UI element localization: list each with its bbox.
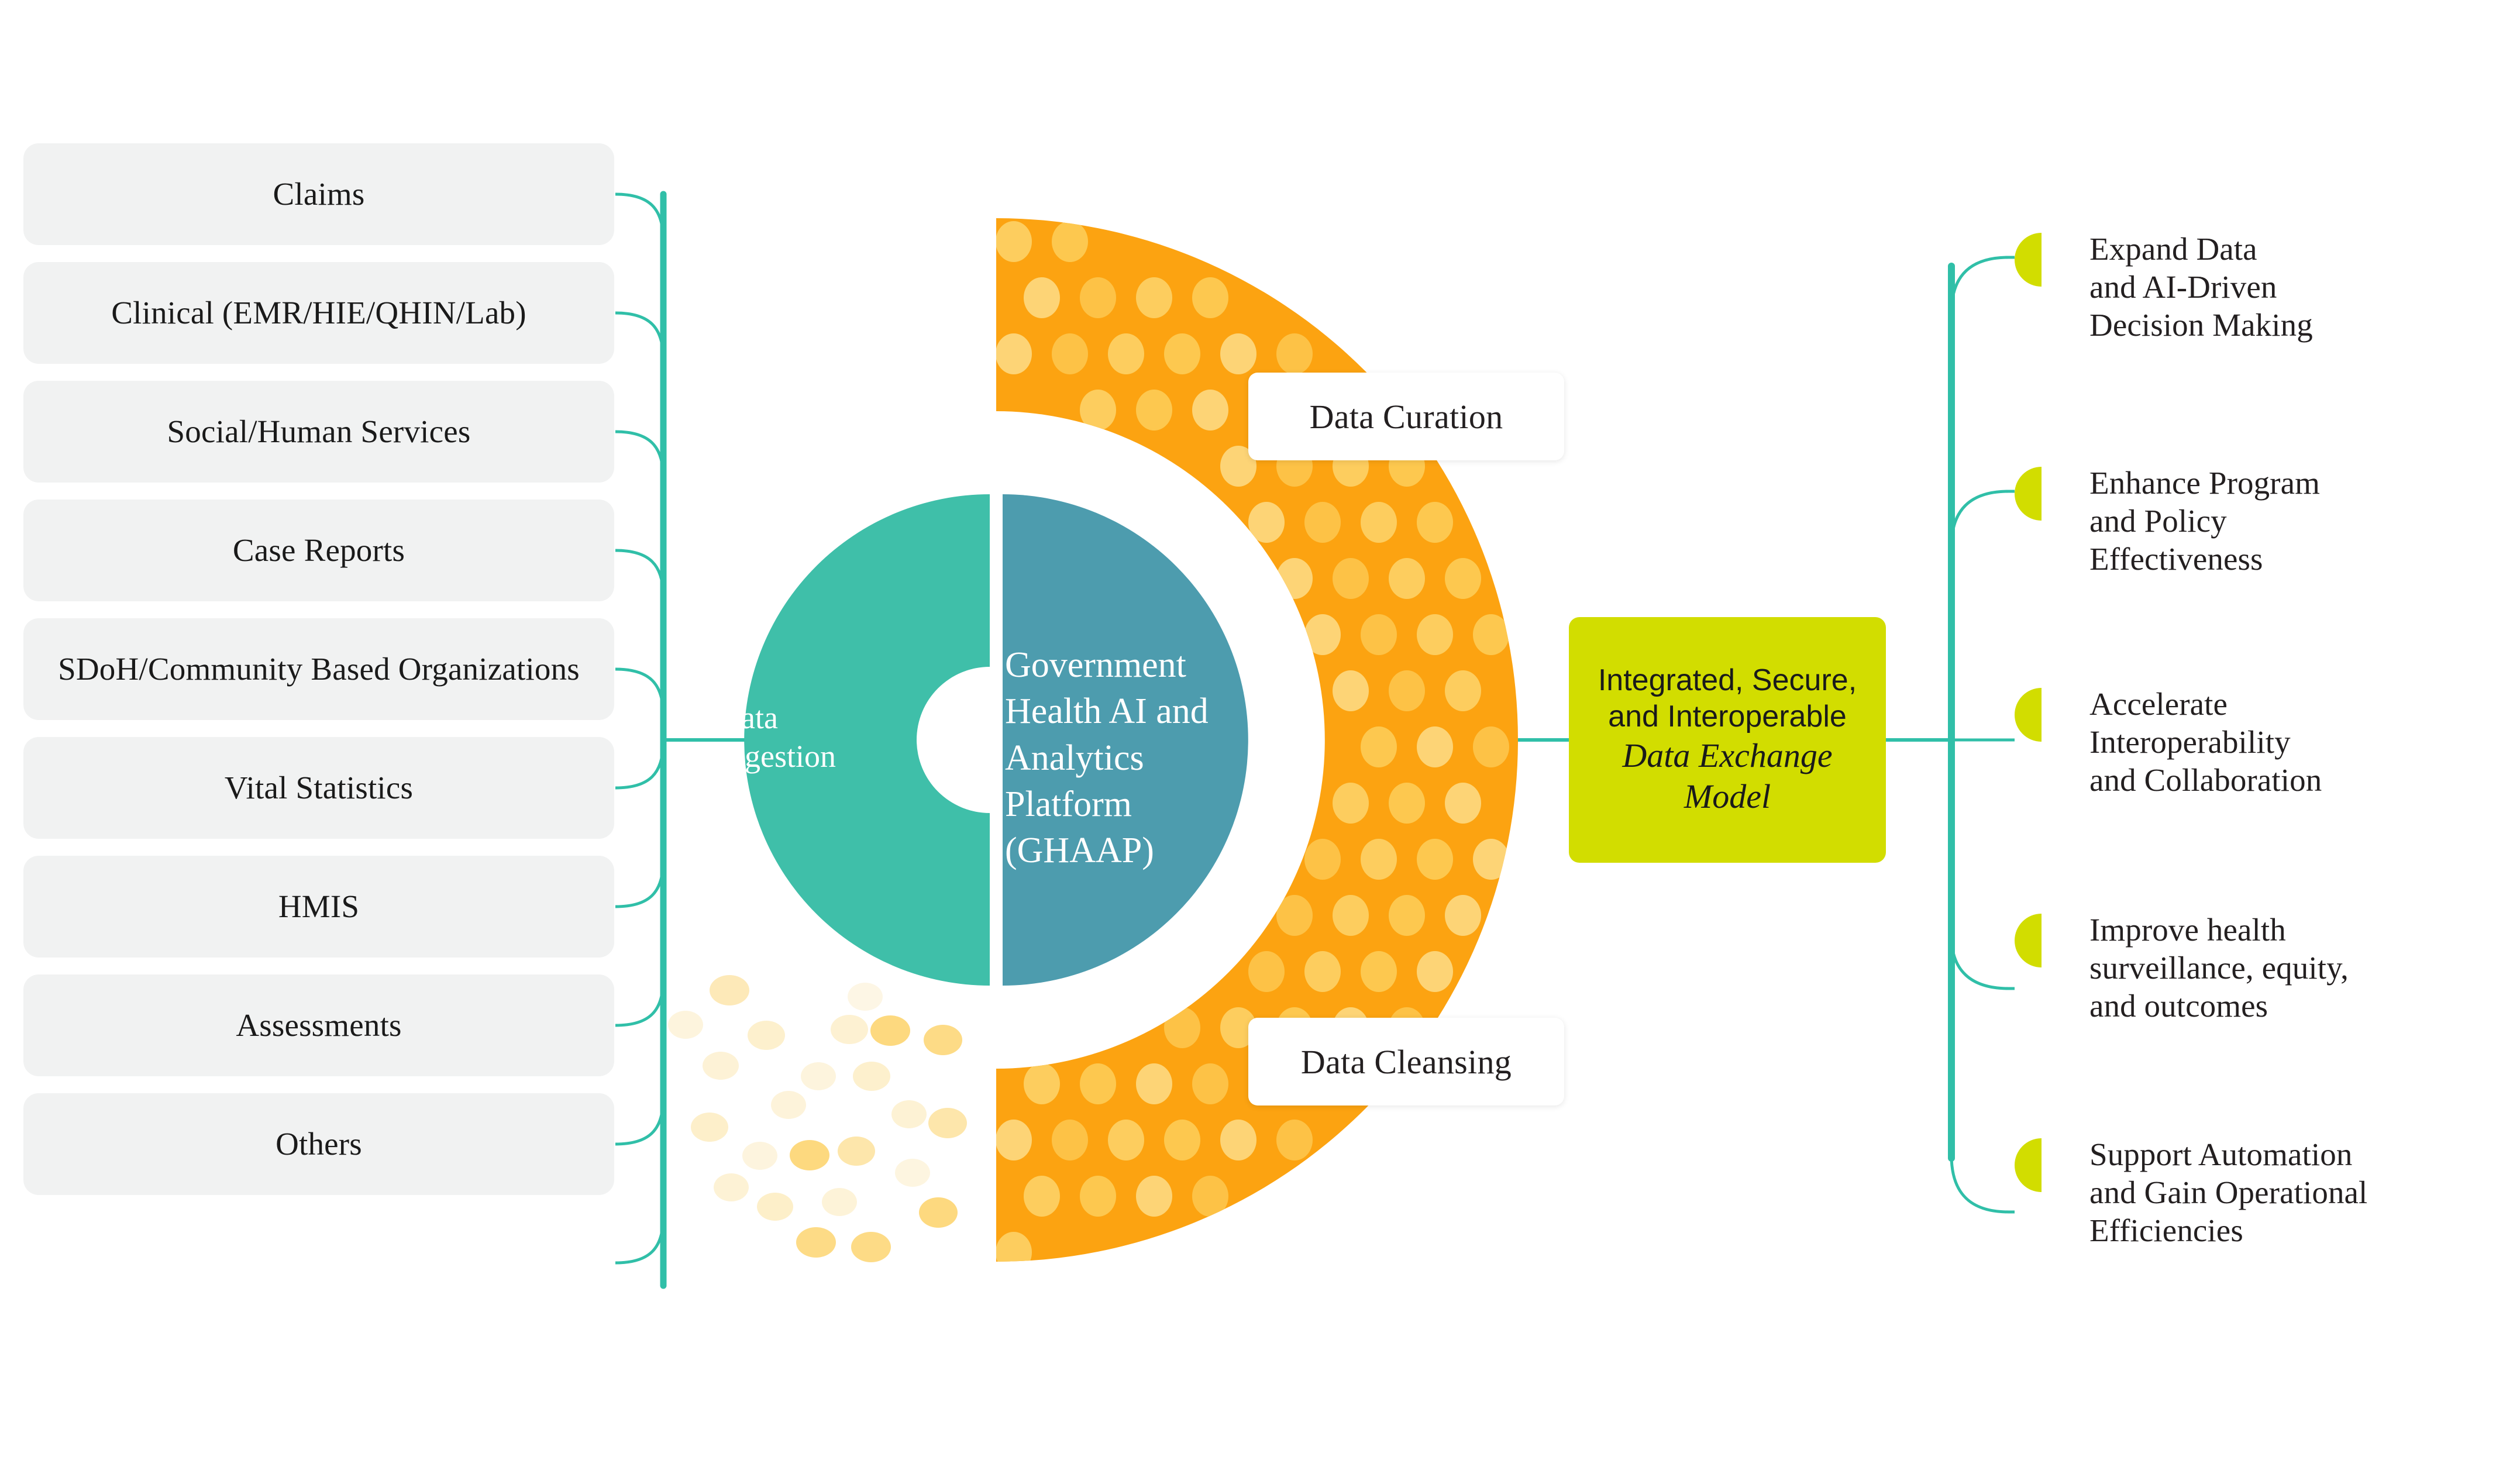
data-curation-label[interactable]: Data Curation [1248,373,1564,460]
model-line-2: and Interoperable [1608,699,1847,733]
data-cleansing-label[interactable]: Data Cleansing [1248,1018,1564,1106]
data-source-label: SDoH/Community Based Organizations [58,651,580,687]
data-source-item[interactable]: HMIS [23,856,614,958]
data-ingestion-label: Data Ingestion [718,700,836,774]
half-circle-bullet-icon [2015,233,2042,287]
data-exchange-model-box[interactable]: Integrated, Secure, and Interoperable Da… [1569,617,1886,863]
platform-label: Government Health AI and Analytics Platf… [1005,645,1209,871]
data-source-item[interactable]: Social/Human Services [23,381,614,483]
outcome-label: Accelerate Interoperability and Collabor… [2089,686,2322,798]
outcome-label: Enhance Program and Policy Effectiveness [2089,465,2320,577]
model-line-1: Integrated, Secure, [1598,663,1857,698]
data-source-item[interactable]: Assessments [23,974,614,1076]
outcome-item[interactable]: Improve health surveillance, equity, and… [2015,911,2349,1025]
data-source-label: Vital Statistics [224,770,414,806]
outcome-item[interactable]: Enhance Program and Policy Effectiveness [2015,464,2320,578]
data-source-item[interactable]: Clinical (EMR/HIE/QHIN/Lab) [23,262,614,364]
half-circle-bullet-icon [2015,914,2042,967]
data-source-item[interactable]: Others [23,1093,614,1195]
data-source-item[interactable]: Case Reports [23,500,614,601]
data-curation-text: Data Curation [1309,397,1503,436]
outcome-label: Expand Data and AI-Driven Decision Makin… [2089,231,2313,343]
data-source-item[interactable]: SDoH/Community Based Organizations [23,618,614,720]
scatter-dots [668,975,967,1262]
data-source-label: Clinical (EMR/HIE/QHIN/Lab) [111,295,526,331]
model-line-3: Data Exchange [1622,736,1833,774]
diagram-canvas: Claims Clinical (EMR/HIE/QHIN/Lab) Socia… [0,0,2520,1474]
data-source-label: Claims [273,176,365,212]
data-source-label: Assessments [236,1007,402,1043]
half-circle-bullet-icon [2015,688,2042,742]
half-circle-bullet-icon [2015,467,2042,521]
outcome-item[interactable]: Support Automation and Gain Operational … [2015,1136,2367,1250]
data-source-item[interactable]: Claims [23,143,614,245]
data-source-label: Case Reports [232,532,405,569]
data-source-label: Social/Human Services [167,414,471,450]
data-source-item[interactable]: Vital Statistics [23,737,614,839]
outcome-label: Improve health surveillance, equity, and… [2089,912,2349,1024]
outcome-label: Support Automation and Gain Operational … [2089,1137,2368,1248]
data-cleansing-text: Data Cleansing [1300,1042,1512,1081]
right-connector-tree [1886,256,2015,1214]
outcome-item[interactable]: Accelerate Interoperability and Collabor… [2015,686,2322,800]
model-line-4: Model [1684,777,1771,816]
outcome-item[interactable]: Expand Data and AI-Driven Decision Makin… [2015,230,2313,345]
data-source-label: HMIS [278,888,360,925]
data-source-label: Others [276,1126,362,1162]
data-source-list: Claims Clinical (EMR/HIE/QHIN/Lab) Socia… [23,143,614,1212]
half-circle-bullet-icon [2015,1138,2042,1192]
